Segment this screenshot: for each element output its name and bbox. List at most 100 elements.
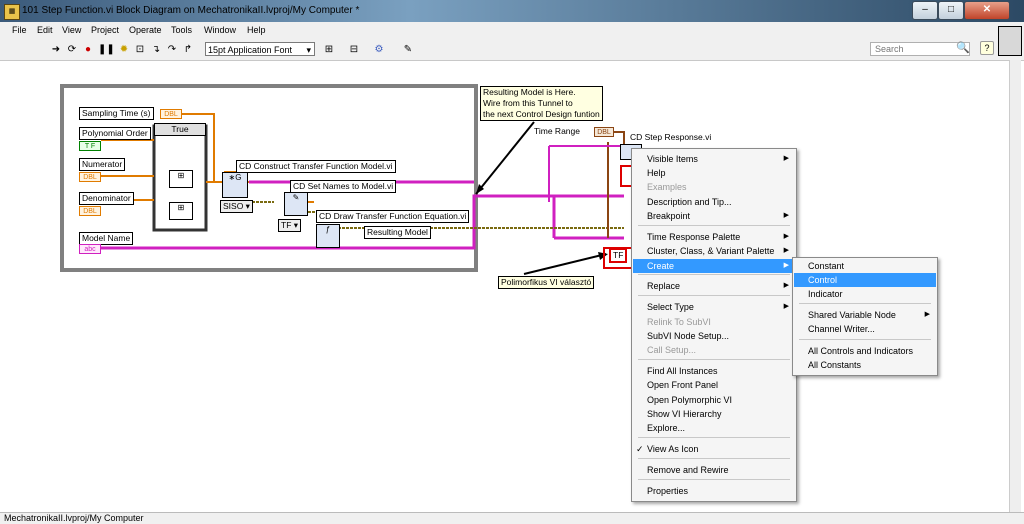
tunnel-note: Resulting Model is Here. Wire from this …	[480, 86, 603, 121]
menu-edit[interactable]: Edit	[37, 25, 53, 35]
polymorphic-note: Polimorfikus VI választó	[498, 276, 595, 289]
reorder-icon[interactable]: ⚙	[373, 44, 385, 56]
build-array-node-2[interactable]: ⊞	[169, 202, 193, 220]
sampling-time-terminal[interactable]: DBL	[160, 109, 182, 119]
cleanup-diagram-icon[interactable]: ✎	[402, 44, 414, 56]
case-selector-value: True	[171, 124, 189, 134]
context-menu-item[interactable]: Create ▶	[633, 259, 795, 273]
pause-icon[interactable]: ❚❚	[98, 44, 115, 56]
draw-tf-subvi[interactable]: ƒ	[316, 224, 340, 248]
run-arrow-icon[interactable]: ➜	[50, 44, 62, 56]
step-out-icon[interactable]: ↱	[182, 44, 194, 56]
step-over-icon[interactable]: ↷	[166, 44, 178, 56]
context-menu-item[interactable]: Select Type ▶	[633, 300, 795, 314]
create-submenu-item[interactable]: Channel Writer...	[794, 322, 936, 336]
menu-tools[interactable]: Tools	[171, 25, 192, 35]
retain-wire-values-icon[interactable]: ⊡	[134, 44, 146, 56]
menu-operate[interactable]: Operate	[129, 25, 162, 35]
numerator-terminal[interactable]: DBL	[79, 172, 101, 182]
siso-selector[interactable]: SISO ▾	[220, 200, 253, 213]
sampling-time-label: Sampling Time (s)	[79, 107, 154, 120]
context-menu-item[interactable]: Relink To SubVI	[633, 315, 795, 329]
context-menu-item[interactable]: Properties	[633, 484, 795, 498]
font-selector[interactable]: 15pt Application Font ▾	[205, 42, 315, 56]
create-submenu-item[interactable]: Indicator	[794, 287, 936, 301]
create-submenu-item[interactable]: All Controls and Indicators	[794, 344, 936, 358]
context-menu-item[interactable]: Remove and Rewire	[633, 463, 795, 477]
submenu-arrow-icon: ▶	[783, 303, 789, 310]
submenu-arrow-icon: ▶	[924, 311, 930, 318]
abort-icon[interactable]: ●	[82, 44, 94, 56]
context-menu-item[interactable]: Help	[633, 166, 795, 180]
menu-window[interactable]: Window	[204, 25, 236, 35]
menu-project[interactable]: Project	[91, 25, 119, 35]
context-menu-item[interactable]: Replace ▶	[633, 279, 795, 293]
menu-view[interactable]: View	[62, 25, 81, 35]
title-bar: ▦ 101 Step Function.vi Block Diagram on …	[0, 0, 1024, 22]
help-icon[interactable]: ?	[980, 41, 994, 55]
run-continuously-icon[interactable]: ⟳	[66, 44, 78, 56]
context-menu-item[interactable]: Show VI Hierarchy	[633, 407, 795, 421]
case-selector[interactable]: True	[154, 123, 206, 136]
denominator-terminal[interactable]: DBL	[79, 206, 101, 216]
context-menu-item-label: Relink To SubVI	[647, 317, 711, 327]
model-name-terminal[interactable]: abc	[79, 244, 101, 254]
resulting-model-indicator[interactable]: Resulting Model	[364, 226, 431, 239]
vertical-scrollbar[interactable]	[1009, 60, 1021, 512]
context-menu-item[interactable]: Examples	[633, 180, 795, 194]
create-submenu-item[interactable]: Constant	[794, 259, 936, 273]
maximize-button[interactable]: □	[938, 1, 964, 20]
context-menu-item[interactable]: Description and Tip...	[633, 195, 795, 209]
construct-tf-subvi[interactable]: ∗G	[222, 172, 248, 198]
distribute-objects-icon[interactable]: ⊟	[348, 44, 360, 56]
context-menu-item[interactable]: Explore...	[633, 421, 795, 435]
minimize-button[interactable]: ‒	[912, 1, 938, 20]
context-menu-item[interactable]: Visible Items ▶	[633, 152, 795, 166]
submenu-arrow-icon: ▶	[783, 282, 789, 289]
align-objects-icon[interactable]: ⊞	[323, 44, 335, 56]
search-icon[interactable]: 🔍	[956, 41, 970, 54]
context-menu-item[interactable]: Cluster, Class, & Variant Palette ▶	[633, 244, 795, 258]
connector-pane-icon[interactable]	[998, 26, 1022, 56]
tf-indicator[interactable]: TF	[609, 248, 628, 263]
context-menu-item[interactable]: View As Icon ✓	[633, 442, 795, 456]
create-submenu: Constant Control Indicator Shared Variable …	[792, 257, 938, 376]
context-menu-item-label: Visible Items	[647, 154, 698, 164]
highlight-execution-icon[interactable]: ✹	[118, 44, 130, 56]
create-submenu-item-label: Shared Variable Node	[808, 310, 896, 320]
create-submenu-item[interactable]: Shared Variable Node ▶	[794, 308, 936, 322]
context-menu-item[interactable]: Call Setup...	[633, 343, 795, 357]
context-menu-item[interactable]: Open Polymorphic VI	[633, 393, 795, 407]
set-names-subvi[interactable]: ✎	[284, 192, 308, 216]
search-input[interactable]: Search	[870, 42, 970, 56]
tf-selector[interactable]: TF ▾	[278, 219, 302, 232]
note-line-3: the next Control Design funtion	[483, 109, 600, 119]
menu-separator	[638, 479, 790, 480]
create-submenu-item[interactable]: Control	[794, 273, 936, 287]
window-title: 101 Step Function.vi Block Diagram on Me…	[22, 5, 360, 16]
close-button[interactable]: ✕	[964, 1, 1010, 20]
time-range-terminal[interactable]: DBL	[594, 127, 614, 137]
time-range-label: Time Range	[534, 126, 580, 136]
context-menu-item[interactable]: SubVI Node Setup...	[633, 329, 795, 343]
submenu-arrow-icon: ▶	[783, 155, 789, 162]
menu-separator	[638, 225, 790, 226]
context-menu-item-label: Select Type	[647, 302, 694, 312]
build-array-node[interactable]: ⊞	[169, 170, 193, 188]
context-menu-item[interactable]: Time Response Palette ▶	[633, 230, 795, 244]
create-submenu-item[interactable]: All Constants	[794, 358, 936, 372]
step-into-icon[interactable]: ↴	[150, 44, 162, 56]
menu-help[interactable]: Help	[247, 25, 266, 35]
context-menu-item[interactable]: Breakpoint ▶	[633, 209, 795, 223]
context-menu-item[interactable]: Find All Instances	[633, 364, 795, 378]
context-menu-item-label: Create	[647, 261, 675, 271]
polynomial-order-terminal[interactable]: T F	[79, 141, 101, 151]
menu-separator	[638, 458, 790, 459]
numerator-label: Numerator	[79, 158, 126, 171]
context-menu-item-label: Time Response Palette	[647, 232, 741, 242]
menu-file[interactable]: File	[12, 25, 27, 35]
create-submenu-item-label: All Controls and Indicators	[808, 346, 914, 356]
context-menu-item[interactable]: Open Front Panel	[633, 378, 795, 392]
context-menu-item-label: Properties	[647, 486, 689, 496]
tf-indicator-value: TF	[613, 250, 624, 260]
